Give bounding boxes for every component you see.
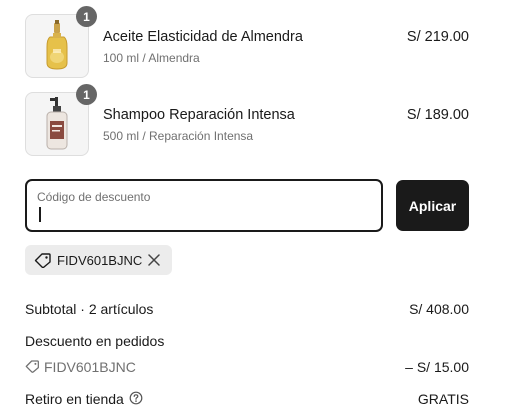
- applied-discount-chip: FIDV601BJNC: [25, 245, 172, 275]
- item-price: S/ 189.00: [406, 107, 469, 123]
- remove-discount-icon[interactable]: [147, 253, 161, 267]
- line-item: 1 Aceite Elasticidad de Almendra 100 ml …: [25, 6, 469, 78]
- apply-discount-button[interactable]: Aplicar: [396, 180, 469, 231]
- discount-code-input[interactable]: Código de descuento: [25, 179, 383, 232]
- pickup-value: GRATIS: [417, 391, 469, 407]
- quantity-badge: 1: [76, 84, 97, 105]
- help-icon[interactable]: [129, 391, 143, 405]
- pickup-label: Retiro en tienda: [25, 391, 124, 407]
- subtotal-label: Subtotal · 2 artículos: [25, 301, 154, 317]
- applied-discount-code: FIDV601BJNC: [57, 253, 143, 268]
- item-title: Shampoo Reparación Intensa: [103, 107, 295, 123]
- discount-value: – S/ 15.00: [405, 359, 469, 375]
- discount-code-label: Código de descuento: [37, 190, 151, 204]
- order-discount-label: Descuento en pedidos: [25, 333, 165, 349]
- tag-icon: [25, 360, 39, 373]
- text-caret: [39, 207, 41, 222]
- subtotal-value: S/ 408.00: [409, 301, 469, 317]
- item-variant: 500 ml / Reparación Intensa: [103, 129, 254, 143]
- tag-icon: [34, 253, 51, 268]
- item-variant: 100 ml / Almendra: [103, 51, 200, 65]
- item-price: S/ 219.00: [406, 29, 469, 45]
- item-title: Aceite Elasticidad de Almendra: [103, 29, 303, 45]
- quantity-badge: 1: [76, 6, 97, 27]
- line-item: 1 Shampoo Reparación Intensa 500 ml / Re…: [25, 84, 469, 156]
- discount-code-summary: FIDV601BJNC: [44, 359, 136, 375]
